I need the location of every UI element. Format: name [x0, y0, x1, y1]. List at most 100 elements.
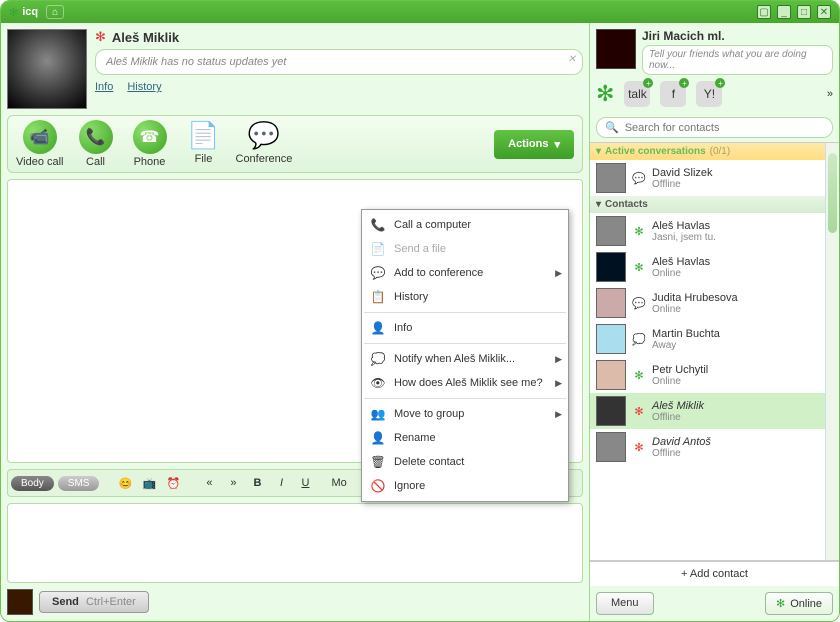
- group-contacts[interactable]: ▾ Contacts: [590, 196, 839, 213]
- quote-left-icon[interactable]: «: [199, 473, 219, 493]
- conference-add-icon: 💬: [370, 265, 386, 281]
- contact-avatar-small: [596, 360, 626, 390]
- menu-move-group[interactable]: 👥 Move to group ▶: [362, 402, 568, 426]
- contact-item[interactable]: ✻ Aleš HavlasJasni, jsem tu.: [590, 213, 839, 249]
- emoji-icon[interactable]: 😊: [115, 473, 135, 493]
- action-bar: 📹 Video call 📞 Call ☎ Phone 📄 File 💬: [7, 115, 583, 173]
- status-flower-icon: ✻: [95, 29, 106, 45]
- ignore-icon: 🚫: [370, 478, 386, 494]
- tv-icon[interactable]: 📺: [139, 473, 159, 493]
- actions-dropdown[interactable]: Actions ▾: [494, 130, 574, 159]
- contact-item[interactable]: 💬 Judita HrubesovaOnline: [590, 285, 839, 321]
- video-call-button[interactable]: 📹 Video call: [16, 120, 64, 168]
- italic-button[interactable]: I: [271, 473, 291, 493]
- contact-avatar[interactable]: [7, 29, 87, 109]
- my-mini-avatar[interactable]: [7, 589, 33, 615]
- icq-logo-icon: ✻: [9, 6, 18, 19]
- status-close-icon[interactable]: ✕: [568, 54, 576, 65]
- titlebar: ✻ icq ⌂ ▢ _ □ ✕: [1, 1, 839, 23]
- contact-item[interactable]: ✻ David AntošOffline: [590, 429, 839, 465]
- sms-tab[interactable]: SMS: [58, 476, 100, 491]
- menu-rename[interactable]: 👤 Rename: [362, 426, 568, 450]
- info-link[interactable]: Info: [95, 81, 113, 93]
- collapse-icon: ▾: [596, 199, 601, 210]
- eye-icon: 👁: [370, 375, 386, 391]
- home-button[interactable]: ⌂: [46, 5, 64, 19]
- video-call-icon: 📹: [23, 120, 57, 154]
- conference-button[interactable]: 💬 Conference: [236, 120, 293, 165]
- app-window: ✻ icq ⌂ ▢ _ □ ✕ ✻ Aleš Miklik Aleš Mikli…: [0, 0, 840, 622]
- call-icon: 📞: [79, 120, 113, 154]
- contact-list[interactable]: ▾ Active conversations (0/1) 💬 David Sli…: [590, 142, 839, 561]
- contact-avatar-small: [596, 216, 626, 246]
- close-button[interactable]: ✕: [817, 5, 831, 19]
- phone-green-icon: 📞: [370, 217, 386, 233]
- file-button[interactable]: 📄 File: [182, 120, 226, 165]
- underline-button[interactable]: U: [295, 473, 315, 493]
- menu-delete[interactable]: 🗑 Delete contact: [362, 450, 568, 474]
- group-active-conversations[interactable]: ▾ Active conversations (0/1): [590, 143, 839, 160]
- contact-item[interactable]: ✻ Petr UchytilOnline: [590, 357, 839, 393]
- status-icon: ✻: [632, 404, 646, 418]
- info-icon: 👤: [370, 320, 386, 336]
- menu-add-conference[interactable]: 💬 Add to conference ▶: [362, 261, 568, 285]
- compose-area[interactable]: [7, 503, 583, 583]
- maximize-button[interactable]: □: [797, 5, 811, 19]
- my-name[interactable]: Jiri Macich ml.: [642, 29, 833, 43]
- bold-button[interactable]: B: [247, 473, 267, 493]
- more-networks-icon[interactable]: »: [827, 88, 833, 100]
- menu-ignore[interactable]: 🚫 Ignore: [362, 474, 568, 498]
- menu-call-computer[interactable]: 📞 Call a computer: [362, 213, 568, 237]
- status-icon: ✻: [632, 224, 646, 238]
- menu-info[interactable]: 👤 Info: [362, 316, 568, 340]
- my-avatar[interactable]: [596, 29, 636, 69]
- icq-network-icon[interactable]: ✻: [596, 81, 614, 107]
- contact-avatar-small: [596, 324, 626, 354]
- delete-icon: 🗑: [370, 454, 386, 470]
- contact-scrollbar[interactable]: [825, 143, 839, 560]
- body-tab[interactable]: Body: [11, 476, 54, 491]
- contact-search[interactable]: 🔍: [596, 117, 833, 138]
- my-status[interactable]: Tell your friends what you are doing now…: [642, 45, 833, 75]
- gtalk-icon[interactable]: talk+: [624, 81, 650, 107]
- status-icon: ✻: [632, 440, 646, 454]
- add-contact-button[interactable]: + Add contact: [590, 561, 839, 586]
- contact-item[interactable]: ✻ Aleš HavlasOnline: [590, 249, 839, 285]
- alarm-icon[interactable]: ⏰: [163, 473, 183, 493]
- menu-button[interactable]: Menu: [596, 592, 654, 615]
- history-link[interactable]: History: [127, 81, 161, 93]
- call-button[interactable]: 📞 Call: [74, 120, 118, 168]
- contact-item[interactable]: 💬 David Slizek Offline: [590, 160, 839, 196]
- contact-item[interactable]: 💭 Martin BuchtaAway: [590, 321, 839, 357]
- contact-avatar-small: [596, 288, 626, 318]
- status-icon: 💬: [632, 296, 646, 310]
- online-flower-icon: ✻: [776, 597, 785, 610]
- conference-icon: 💬: [248, 120, 280, 151]
- more-label[interactable]: Mo: [331, 477, 346, 489]
- facebook-icon[interactable]: f+: [660, 81, 686, 107]
- online-status-button[interactable]: ✻ Online: [765, 592, 833, 615]
- contact-item[interactable]: ✻ Aleš MiklikOffline: [590, 393, 839, 429]
- quote-right-icon[interactable]: »: [223, 473, 243, 493]
- submenu-arrow-icon: ▶: [555, 354, 562, 365]
- contact-name: Aleš Miklik: [112, 30, 179, 45]
- menu-notify[interactable]: 💭 Notify when Aleš Miklik... ▶: [362, 347, 568, 371]
- status-icon: 💭: [632, 332, 646, 346]
- contact-avatar-small: [596, 432, 626, 462]
- menu-history[interactable]: 📋 History: [362, 285, 568, 309]
- file-send-icon: 📄: [370, 241, 386, 257]
- yahoo-icon[interactable]: Y!+: [696, 81, 722, 107]
- phone-button[interactable]: ☎ Phone: [128, 120, 172, 168]
- notify-icon: 💭: [370, 351, 386, 367]
- file-icon: 📄: [187, 120, 219, 151]
- search-icon: 🔍: [605, 121, 619, 134]
- detach-button[interactable]: ▢: [757, 5, 771, 19]
- contact-status[interactable]: Aleš Miklik has no status updates yet ✕: [95, 49, 583, 75]
- send-button[interactable]: Send Ctrl+Enter: [39, 591, 149, 613]
- contact-avatar-small: [596, 252, 626, 282]
- search-input[interactable]: [625, 122, 824, 134]
- menu-how-sees[interactable]: 👁 How does Aleš Miklik see me? ▶: [362, 371, 568, 395]
- status-icon: 💬: [632, 171, 646, 185]
- collapse-icon: ▾: [596, 146, 601, 157]
- minimize-button[interactable]: _: [777, 5, 791, 19]
